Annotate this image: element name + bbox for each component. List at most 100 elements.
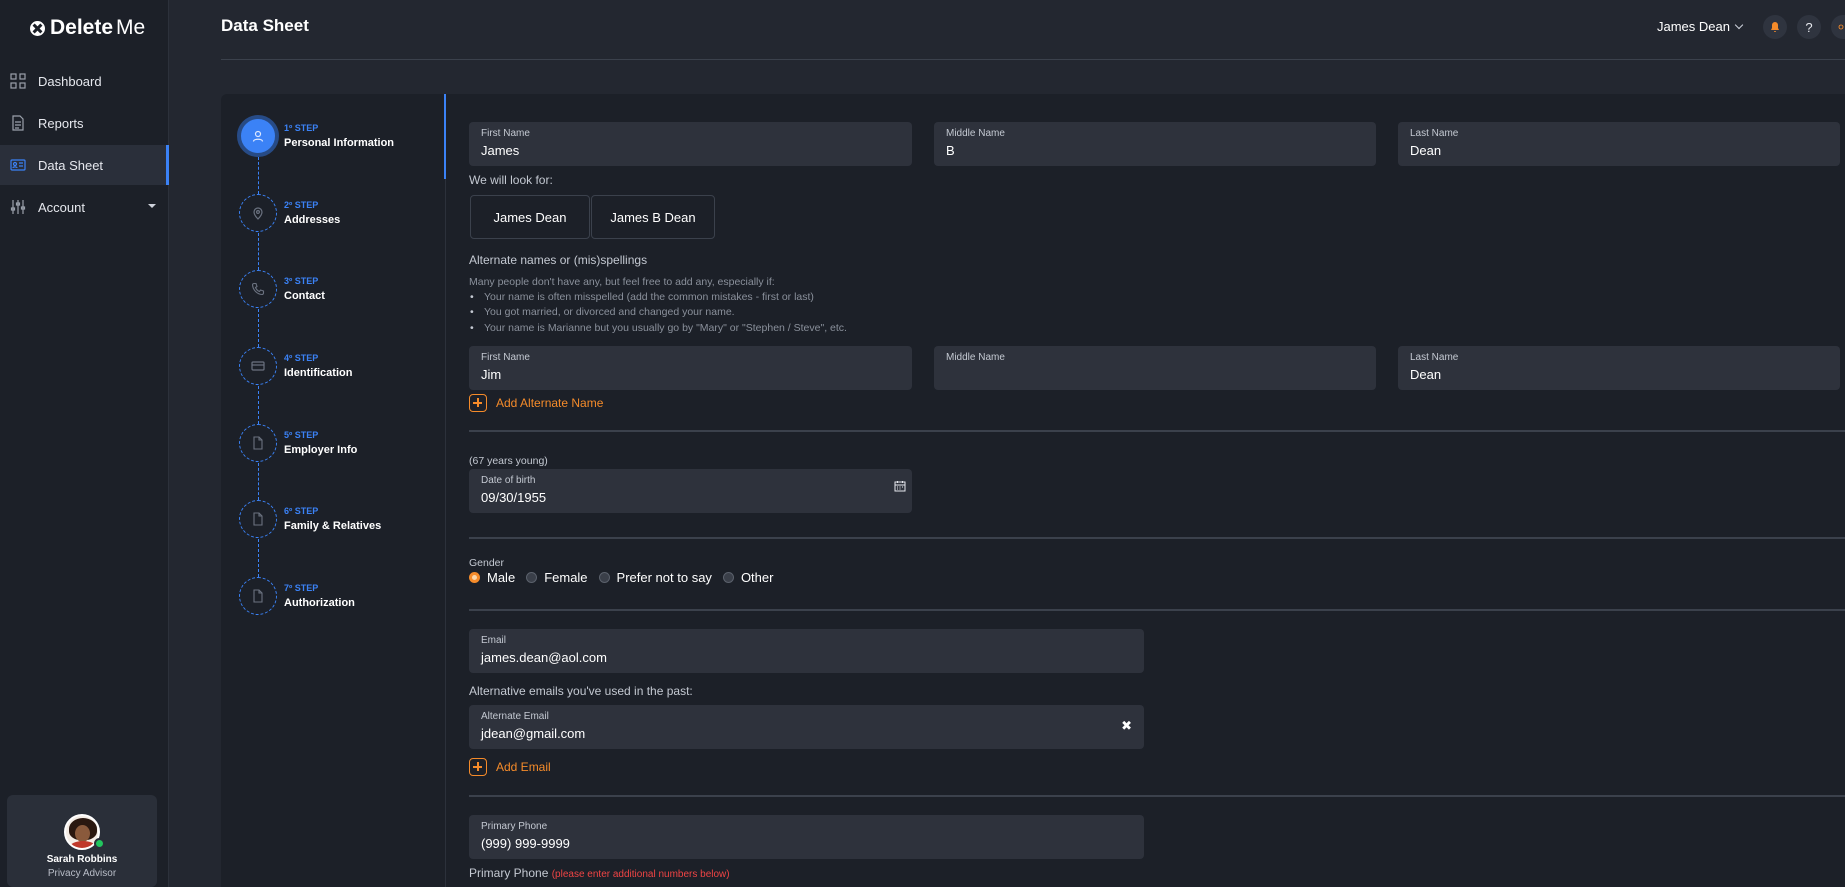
field-value[interactable]: Dean	[1410, 143, 1441, 158]
alternate-first-name-field[interactable]: First Name Jim	[469, 346, 912, 390]
alternate-last-name-field[interactable]: Last Name Dean	[1398, 346, 1840, 390]
active-step-indicator	[444, 94, 446, 179]
step-contact[interactable]: 3º STEP Contact	[239, 270, 439, 310]
caret-down-icon	[148, 204, 156, 208]
plus-icon	[469, 758, 487, 776]
radio-button[interactable]	[722, 572, 734, 583]
first-name-field[interactable]: First Name James	[469, 122, 912, 166]
sliders-icon	[10, 199, 26, 215]
step-label: Personal Information	[284, 137, 395, 149]
step-authorization[interactable]: 7º STEP Authorization	[239, 577, 439, 617]
radio-button[interactable]	[598, 572, 610, 583]
step-label: Employer Info	[284, 444, 358, 456]
step-label: Addresses	[284, 214, 341, 226]
sidebar-item-account[interactable]: Account	[0, 187, 169, 227]
advisor-role: Privacy Advisor	[47, 868, 117, 879]
field-label: First Name	[481, 128, 530, 139]
step-number: 7º STEP	[284, 583, 319, 593]
step-identification[interactable]: 4º STEP Identification	[239, 347, 439, 387]
radio-label: Other	[740, 570, 774, 585]
field-label: Middle Name	[946, 128, 1005, 139]
look-for-label: We will look for:	[469, 173, 553, 187]
sidebar-item-label: Dashboard	[38, 73, 102, 89]
step-family-relatives[interactable]: 6º STEP Family & Relatives	[239, 500, 439, 540]
step-addresses[interactable]: 2º STEP Addresses	[239, 194, 439, 234]
step-number: 4º STEP	[284, 353, 319, 363]
field-value[interactable]: jdean@gmail.com	[481, 726, 585, 741]
sidebar-item-label: Reports	[38, 115, 84, 131]
add-alternate-name-button[interactable]: Add Alternate Name	[469, 394, 603, 412]
chevron-down-icon	[1734, 20, 1744, 30]
field-label: Last Name	[1410, 128, 1459, 139]
primary-phone-field[interactable]: Primary Phone (999) 999-9999	[469, 815, 1144, 859]
gender-option-prefer-not-to-say[interactable]: Prefer not to say	[598, 570, 712, 585]
email-field[interactable]: Email james.dean@aol.com	[469, 629, 1144, 673]
step-number: 6º STEP	[284, 506, 319, 516]
advisor-card[interactable]: Sarah Robbins Privacy Advisor	[7, 795, 157, 887]
gender-label: Gender	[469, 557, 505, 569]
alternative-emails-title: Alternative emails you've used in the pa…	[469, 684, 693, 698]
step-label: Contact	[284, 290, 325, 302]
gender-option-male[interactable]: Male	[469, 570, 515, 585]
sidebar-item-label: Account	[38, 199, 85, 215]
step-connector	[258, 233, 259, 270]
radio-button-checked[interactable]	[469, 572, 480, 583]
help-button[interactable]: ?	[1797, 15, 1821, 39]
calendar-icon[interactable]	[894, 480, 906, 492]
step-personal-information[interactable]: 1º STEP Personal Information	[237, 115, 439, 157]
add-email-button[interactable]: Add Email	[469, 758, 551, 776]
sidebar: Delete Me Dashboard Reports Data Sheet Ac…	[0, 0, 169, 887]
step-number: 2º STEP	[284, 200, 319, 210]
logo-text-bold: Delete	[50, 16, 114, 39]
primary-phone-note: Primary Phone (please enter additional n…	[469, 866, 730, 880]
page-title: Data Sheet	[221, 16, 309, 35]
field-value[interactable]: james.dean@aol.com	[481, 650, 607, 665]
grid-icon	[10, 73, 26, 89]
field-value[interactable]: Dean	[1410, 367, 1441, 382]
theme-toggle-button[interactable]	[1831, 15, 1845, 39]
field-label: First Name	[481, 352, 530, 363]
field-value[interactable]: B	[946, 143, 955, 158]
radio-button[interactable]	[526, 572, 538, 583]
remove-email-icon[interactable]: ✖	[1121, 718, 1132, 734]
gender-option-female[interactable]: Female	[526, 570, 588, 585]
step-label: Family & Relatives	[284, 520, 382, 532]
step-number: 1º STEP	[284, 123, 319, 133]
sun-icon	[1838, 24, 1844, 30]
last-name-field[interactable]: Last Name Dean	[1398, 122, 1840, 166]
step-connector	[258, 463, 259, 500]
alternate-middle-name-field[interactable]: Middle Name	[934, 346, 1376, 390]
gender-option-other[interactable]: Other	[722, 570, 774, 585]
logo-x-icon	[30, 20, 45, 36]
field-value[interactable]: 09/30/1955	[481, 490, 546, 505]
section-divider	[469, 609, 1845, 611]
date-of-birth-field[interactable]: Date of birth 09/30/1955	[469, 469, 912, 513]
logo[interactable]: Delete Me	[30, 16, 145, 40]
field-value[interactable]: Jim	[481, 367, 501, 382]
alternate-names-hint: Many people don't have any, but feel fre…	[469, 276, 775, 288]
sidebar-item-dashboard[interactable]: Dashboard	[0, 61, 169, 101]
step-employer-info[interactable]: 5º STEP Employer Info	[239, 424, 439, 464]
user-menu[interactable]: James Dean	[1657, 19, 1744, 34]
field-value[interactable]: James	[481, 143, 519, 158]
section-divider	[469, 537, 1845, 539]
alternate-email-field[interactable]: Alternate Email jdean@gmail.com ✖	[469, 705, 1144, 749]
step-label: Authorization	[284, 597, 355, 609]
notifications-button[interactable]	[1763, 15, 1787, 39]
section-divider	[469, 430, 1845, 432]
sidebar-item-reports[interactable]: Reports	[0, 103, 169, 143]
step-connector	[258, 386, 259, 424]
gender-radio-group: Male Female Prefer not to say Other	[469, 570, 784, 585]
online-status-dot	[94, 838, 105, 849]
field-label: Last Name	[1410, 352, 1459, 363]
field-label: Middle Name	[946, 352, 1005, 363]
middle-name-field[interactable]: Middle Name B	[934, 122, 1376, 166]
file-icon	[239, 500, 277, 538]
field-value[interactable]: (999) 999-9999	[481, 836, 570, 851]
map-pin-icon	[239, 194, 277, 232]
help-icon: ?	[1805, 19, 1813, 35]
step-number: 3º STEP	[284, 276, 319, 286]
add-email-label: Add Email	[496, 760, 551, 774]
id-card-icon	[239, 347, 277, 385]
sidebar-item-data-sheet[interactable]: Data Sheet	[0, 145, 169, 185]
